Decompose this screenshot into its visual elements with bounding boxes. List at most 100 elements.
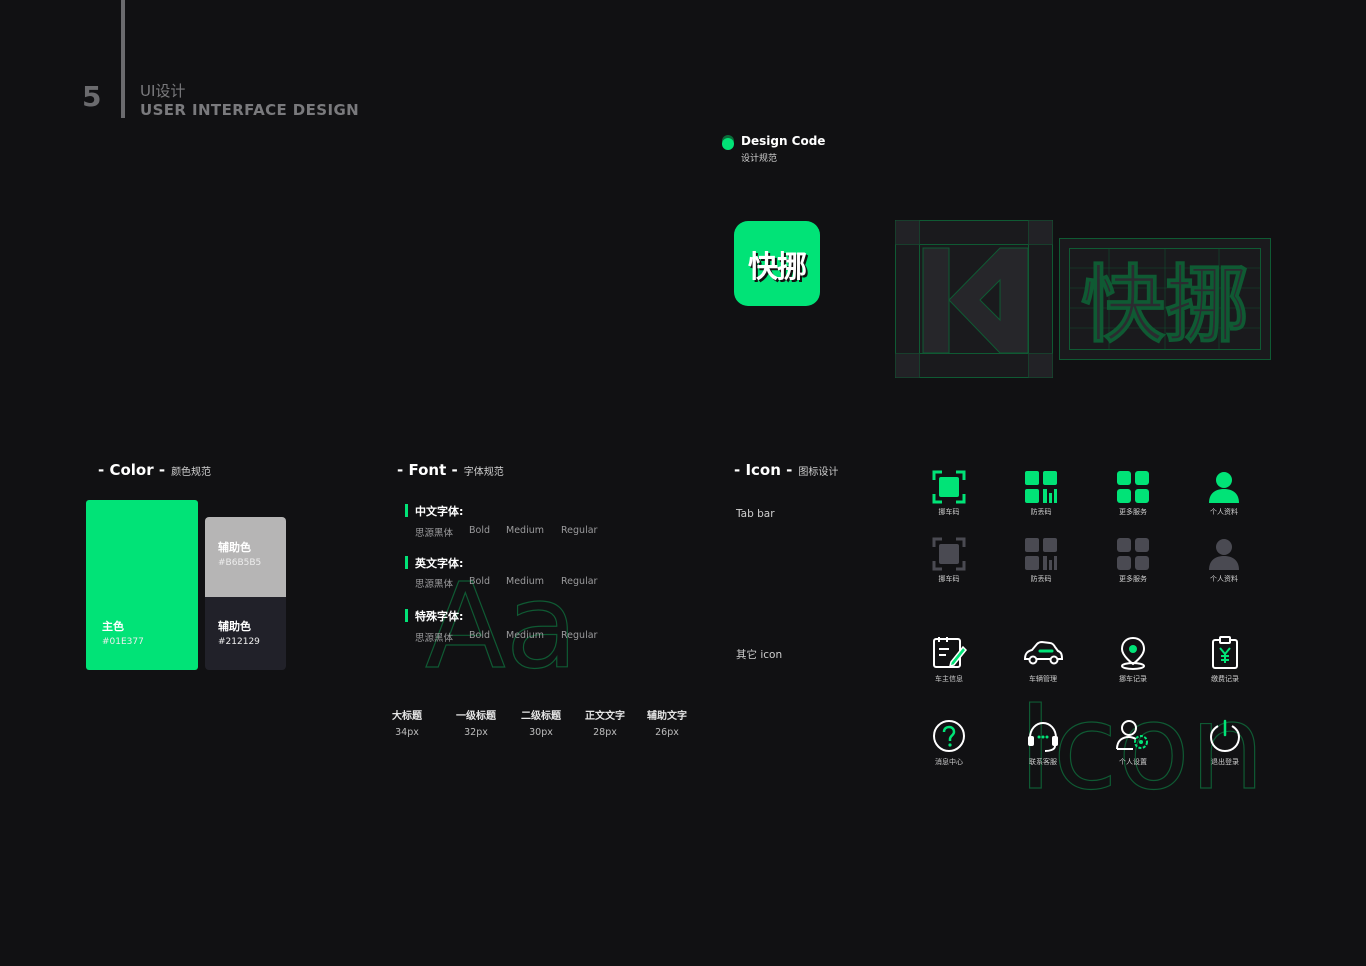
- swatch-primary-name: 主色: [102, 620, 124, 633]
- location-icon: [1120, 636, 1146, 670]
- color-section-title: - Color - 颜色规范: [98, 461, 211, 479]
- tab-item-profile-active[interactable]: 个人资料: [1189, 470, 1259, 517]
- font-group-label: 英文字体:: [415, 557, 464, 570]
- other-icon-label: 其它 icon: [736, 649, 783, 661]
- tab-label: 更多服务: [1119, 575, 1147, 583]
- tab-item-profile-inactive[interactable]: 个人资料: [1189, 537, 1259, 584]
- design-code-subtitle: 设计规范: [741, 154, 778, 164]
- font-weight-medium: Medium: [506, 576, 544, 587]
- tab-label: 个人资料: [1210, 508, 1238, 516]
- icon-label: 车辆管理: [1029, 675, 1057, 683]
- font-size-value: 26px: [655, 727, 679, 738]
- font-section-title: - Font - 字体规范: [397, 461, 504, 479]
- tab-item-move-code-inactive[interactable]: 挪车码: [914, 537, 984, 584]
- icon-payment-records[interactable]: 缴费记录: [1190, 635, 1260, 684]
- grid-icon: [1117, 471, 1149, 503]
- design-code-title: Design Code: [741, 134, 826, 148]
- font-size-name: 辅助文字: [647, 711, 687, 722]
- tab-label: 防丢码: [1030, 508, 1052, 516]
- tab-item-more-services-inactive[interactable]: 更多服务: [1098, 537, 1168, 584]
- font-size-value: 34px: [395, 727, 419, 738]
- swatch-gray-name: 辅助色: [218, 541, 251, 554]
- font-weight-bold: Bold: [469, 576, 490, 587]
- icon-section-title: - Icon - 图标设计: [734, 461, 838, 479]
- font-size-name: 一级标题: [456, 711, 496, 722]
- font-weight-bold: Bold: [469, 630, 490, 641]
- icon-personal-settings[interactable]: 个人设置: [1098, 718, 1168, 767]
- font-group-bar: [405, 504, 408, 517]
- icon-label: 缴费记录: [1211, 675, 1239, 683]
- page-number: 5: [82, 80, 102, 113]
- app-icon: 快挪: [734, 221, 820, 306]
- tab-item-move-code-active[interactable]: 挪车码: [914, 470, 984, 517]
- font-weight-regular: Regular: [561, 576, 598, 587]
- swatch-secondary-gray: [205, 517, 286, 597]
- font-family: 思源黑体: [415, 579, 454, 590]
- tab-bar-label: Tab bar: [736, 508, 775, 520]
- font-size-value: 30px: [529, 727, 553, 738]
- swatch-dark-name: 辅助色: [218, 620, 251, 633]
- font-weight-regular: Regular: [561, 630, 598, 641]
- font-family: 思源黑体: [415, 528, 454, 539]
- swatch-dark-hex: #212129: [218, 637, 260, 647]
- qrcode-icon: [1025, 471, 1057, 503]
- icon-label: 挪车记录: [1119, 675, 1147, 683]
- icon-move-records[interactable]: 挪车记录: [1098, 635, 1168, 684]
- font-size-name: 二级标题: [521, 711, 561, 722]
- font-group-label: 特殊字体:: [415, 610, 464, 623]
- wordmark-construction-grid: 快挪: [1059, 238, 1271, 360]
- edit-note-icon: [933, 637, 967, 668]
- wordmark-text: 快挪: [1081, 256, 1249, 354]
- font-group-bar: [405, 556, 408, 569]
- yuan-clipboard-icon: [1212, 636, 1238, 669]
- icon-owner-info[interactable]: 车主信息: [914, 635, 984, 684]
- swatch-primary-hex: #01E377: [102, 637, 144, 647]
- bullet-dot-icon: [722, 138, 734, 150]
- font-group-label: 中文字体:: [415, 505, 464, 518]
- help-icon: [933, 720, 965, 752]
- font-weight-medium: Medium: [506, 630, 544, 641]
- font-group-bar: [405, 609, 408, 622]
- icon-title: - Icon -: [734, 461, 793, 479]
- icon-message-center[interactable]: 消息中心: [914, 718, 984, 767]
- icon-logout[interactable]: 退出登录: [1190, 718, 1260, 767]
- icon-label: 退出登录: [1211, 758, 1239, 766]
- car-icon: [1023, 640, 1064, 665]
- font-title: - Font -: [397, 461, 458, 479]
- icon-label: 个人设置: [1119, 758, 1147, 766]
- headset-icon: [1028, 721, 1058, 752]
- icon-vehicle-management[interactable]: 车辆管理: [1008, 635, 1078, 684]
- tab-item-more-services-active[interactable]: 更多服务: [1098, 470, 1168, 517]
- user-icon: [1209, 539, 1239, 570]
- qrcode-icon: [1025, 538, 1057, 570]
- tab-item-anti-loss-active[interactable]: 防丢码: [1006, 470, 1076, 517]
- user-icon: [1209, 472, 1239, 503]
- color-title: - Color -: [98, 461, 166, 479]
- font-subtitle: 字体规范: [463, 467, 504, 478]
- icon-label: 联系客服: [1029, 758, 1057, 766]
- tab-label: 挪车码: [938, 575, 960, 583]
- icon-label: 车主信息: [935, 675, 963, 683]
- font-size-name: 正文文字: [585, 711, 625, 722]
- icon-customer-service[interactable]: 联系客服: [1008, 718, 1078, 767]
- scan-icon: [932, 470, 966, 504]
- user-settings-icon: [1116, 720, 1148, 750]
- font-family: 思源黑体: [415, 633, 454, 644]
- color-subtitle: 颜色规范: [171, 467, 212, 478]
- font-size-name: 大标题: [392, 711, 422, 722]
- tab-label: 挪车码: [938, 508, 960, 516]
- font-weight-bold: Bold: [469, 525, 490, 536]
- power-icon: [1209, 719, 1241, 753]
- swatch-gray-hex: #B6B5B5: [218, 558, 262, 568]
- header-title-cn: UI设计: [140, 82, 186, 100]
- header-title-en: USER INTERFACE DESIGN: [140, 101, 360, 119]
- tab-label: 防丢码: [1030, 575, 1052, 583]
- tab-label: 更多服务: [1119, 508, 1147, 516]
- font-size-value: 28px: [593, 727, 617, 738]
- font-size-value: 32px: [464, 727, 488, 738]
- logo-construction-grid: [895, 220, 1053, 378]
- tab-item-anti-loss-inactive[interactable]: 防丢码: [1006, 537, 1076, 584]
- font-weight-regular: Regular: [561, 525, 598, 536]
- icon-label: 消息中心: [935, 758, 963, 766]
- grid-icon: [1117, 538, 1149, 570]
